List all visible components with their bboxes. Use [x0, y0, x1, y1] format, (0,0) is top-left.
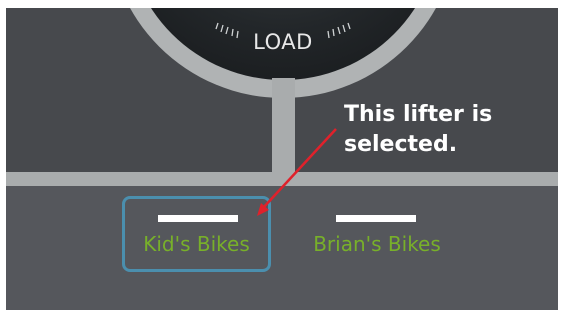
lifter-selection-area [6, 186, 558, 310]
callout-line-1: This lifter is [344, 102, 493, 127]
lifter-brians-bikes[interactable]: Brian's Bikes [300, 196, 454, 272]
lifter-position-indicator [158, 215, 238, 222]
lifter-kids-bikes[interactable]: Kid's Bikes [122, 196, 271, 272]
lifter-control-panel: LOAD Kid's Bikes Brian's Bikes This lift… [6, 8, 558, 310]
gauge-load-label: LOAD [253, 30, 313, 54]
callout-line-2: selected. [344, 132, 458, 157]
lifter-position-indicator [336, 215, 416, 222]
gauge-support-post [272, 78, 295, 178]
lifter-name: Kid's Bikes [143, 232, 250, 256]
selection-callout: This lifter is selected. [344, 100, 544, 160]
divider-bar [6, 172, 558, 186]
lifter-name: Brian's Bikes [313, 232, 441, 256]
